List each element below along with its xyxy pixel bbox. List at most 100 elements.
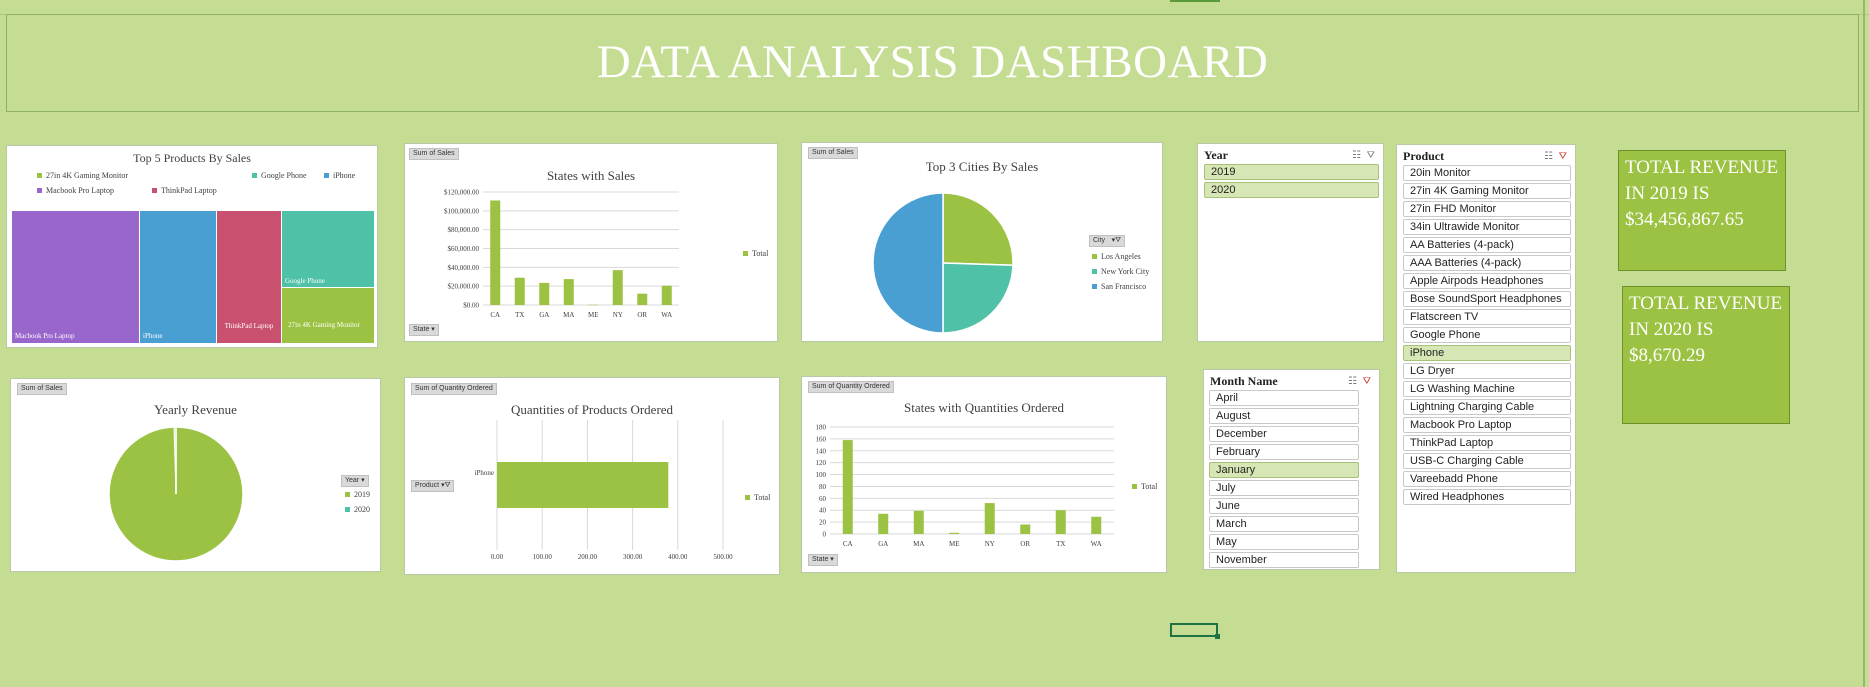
bar-plot: 0.00 100.00 200.00 300.00 400.00 500.00 iPhone	[475, 420, 733, 561]
bar	[637, 293, 648, 305]
slicer-item[interactable]: iPhone	[1403, 345, 1571, 361]
slicer-item[interactable]: Apple Airpods Headphones	[1403, 273, 1571, 289]
treemap-plot: Macbook Pro Laptop iPhone ThinkPad Lapto…	[12, 211, 374, 343]
x-tick-label: 100.00	[533, 553, 553, 561]
slicer-item[interactable]: Lightning Charging Cable	[1403, 399, 1571, 415]
yearly-revenue-chart[interactable]: Sum of Sales Yearly Revenue Year ▾ 2019 …	[10, 378, 381, 572]
slicer-item[interactable]: 27in 4K Gaming Monitor	[1403, 183, 1571, 199]
y-tick-label: $120,000.00	[444, 189, 480, 197]
bar	[878, 513, 889, 534]
axis-button-label: State	[413, 326, 430, 333]
slicer-item[interactable]: January	[1209, 462, 1359, 478]
slicer-item[interactable]: Flatscreen TV	[1403, 309, 1571, 325]
pie-slice	[942, 192, 1014, 266]
legend-label: Total	[754, 493, 771, 502]
revenue-2019-box[interactable]: TOTAL REVENUE IN 2019 IS $34,456,867.65	[1618, 150, 1786, 271]
treemap-label: Google Phone	[285, 277, 325, 285]
x-tick-label: WA	[661, 311, 672, 319]
axis-button-state[interactable]: State ▾	[409, 324, 439, 336]
slicer-item[interactable]: April	[1209, 390, 1359, 406]
bar	[514, 277, 525, 305]
slicer-item[interactable]: May	[1209, 534, 1359, 550]
y-tick-label: 0	[823, 531, 827, 539]
slicer-item[interactable]: LG Washing Machine	[1403, 381, 1571, 397]
legend-label: San Francisco	[1101, 282, 1147, 291]
slicer-item[interactable]: July	[1209, 480, 1359, 496]
multi-select-icon[interactable]: ☷	[1544, 151, 1553, 162]
quantities-products-chart[interactable]: Sum of Quantity Ordered Quantities of Pr…	[404, 377, 780, 575]
x-tick-label: 300.00	[623, 553, 643, 561]
states-quantities-chart[interactable]: Sum of Quantity Ordered States with Quan…	[801, 376, 1167, 573]
slicer-item-2019[interactable]: 2019	[1204, 164, 1379, 180]
slicer-item[interactable]: December	[1209, 426, 1359, 442]
axis-button-state[interactable]: State ▾	[808, 554, 838, 566]
slicer-item-2020[interactable]: 2020	[1204, 182, 1379, 198]
legend-button-label: City	[1093, 237, 1106, 244]
slicer-item[interactable]: 20in Monitor	[1403, 165, 1571, 181]
slicer-item[interactable]: February	[1209, 444, 1359, 460]
legend-button-year[interactable]: Year ▾	[341, 475, 369, 487]
axis-button-label: Product	[415, 482, 440, 489]
treemap-tile-macbook[interactable]	[12, 211, 139, 343]
slicer-item[interactable]: 34in Ultrawide Monitor	[1403, 219, 1571, 235]
axis-button-product[interactable]: Product ▾⛛	[411, 480, 455, 492]
clear-filter-icon[interactable]: ⛛	[1559, 151, 1567, 162]
slicer-item[interactable]: AAA Batteries (4-pack)	[1403, 255, 1571, 271]
bar-plot: $0.00 $20,000.00 $40,000.00 $60,000.00 $80,0…	[444, 189, 679, 319]
slicer-item[interactable]: LG Dryer	[1403, 363, 1571, 379]
active-cell-cursor[interactable]	[1170, 623, 1220, 639]
legend-label: New York City	[1101, 267, 1150, 276]
y-tick-label: 180	[816, 424, 827, 432]
chart-legend: 2019 2020	[345, 487, 370, 517]
treemap-label-wrap: ThinkPad Laptop	[224, 322, 274, 330]
x-tick-label: NY	[613, 311, 623, 319]
treemap-label: ThinkPad Laptop	[224, 322, 274, 330]
x-tick-label: GA	[539, 311, 549, 319]
slicer-item[interactable]: Bose SoundSport Headphones	[1403, 291, 1571, 307]
treemap-tile-iphone[interactable]	[140, 211, 216, 343]
legend-swatch	[1092, 254, 1097, 259]
slicer-item[interactable]: Wired Headphones	[1403, 489, 1571, 505]
slicer-item[interactable]: November	[1209, 552, 1359, 568]
slicer-item[interactable]: June	[1209, 498, 1359, 514]
y-tick-label: $100,000.00	[444, 207, 480, 215]
slicer-toolbar: ☷ ⛛	[1352, 150, 1375, 161]
multi-select-icon[interactable]: ☷	[1348, 376, 1357, 387]
x-tick-label: GA	[878, 540, 888, 548]
bar	[490, 200, 501, 305]
slicer-item[interactable]: Macbook Pro Laptop	[1403, 417, 1571, 433]
x-tick-label: CA	[490, 311, 500, 319]
y-tick-label: $40,000.00	[448, 264, 480, 272]
slicer-item[interactable]: August	[1209, 408, 1359, 424]
clear-filter-icon[interactable]: ⛛	[1363, 376, 1371, 387]
title-banner: DATA ANALYSIS DASHBOARD	[6, 14, 1859, 112]
multi-select-icon[interactable]: ☷	[1352, 150, 1361, 161]
chart-legend: Total	[745, 490, 770, 505]
legend-button-city[interactable]: City ▾⛛	[1089, 235, 1125, 247]
slicer-toolbar: ☷ ⛛	[1544, 151, 1567, 162]
slicer-item[interactable]: USB-C Charging Cable	[1403, 453, 1571, 469]
slicer-item[interactable]: March	[1209, 516, 1359, 532]
x-tick-label: ME	[949, 540, 960, 548]
top-products-chart[interactable]: Top 5 Products By Sales 27in 4K Gaming M…	[6, 145, 378, 348]
x-tick-label: 500.00	[713, 553, 733, 561]
top-cities-chart[interactable]: Sum of Sales Top 3 Cities By Sales City ▾…	[801, 142, 1163, 342]
bar	[949, 532, 960, 534]
slicer-title: Product	[1403, 149, 1445, 163]
chart-legend: Total	[1132, 479, 1157, 494]
treemap-label: 27in 4K Gaming Monitor	[288, 321, 360, 329]
slicer-item[interactable]: AA Batteries (4-pack)	[1403, 237, 1571, 253]
bar	[1020, 524, 1031, 534]
slicer-item[interactable]: Vareebadd Phone	[1403, 471, 1571, 487]
clear-filter-icon[interactable]: ⛛	[1367, 150, 1375, 161]
slicer-title: Year	[1204, 148, 1228, 162]
bar	[913, 510, 924, 534]
slicer-item[interactable]: ThinkPad Laptop	[1403, 435, 1571, 451]
slicer-item[interactable]: 27in FHD Monitor	[1403, 201, 1571, 217]
treemap-tile-google[interactable]	[282, 211, 374, 287]
slicer-item[interactable]: Google Phone	[1403, 327, 1571, 343]
bar	[842, 440, 853, 534]
y-tick-label: $60,000.00	[448, 245, 480, 253]
states-sales-chart[interactable]: Sum of Sales States with Sales $0.00 $20,…	[404, 143, 778, 342]
revenue-2020-box[interactable]: TOTAL REVENUE IN 2020 IS $8,670.29	[1622, 286, 1790, 424]
